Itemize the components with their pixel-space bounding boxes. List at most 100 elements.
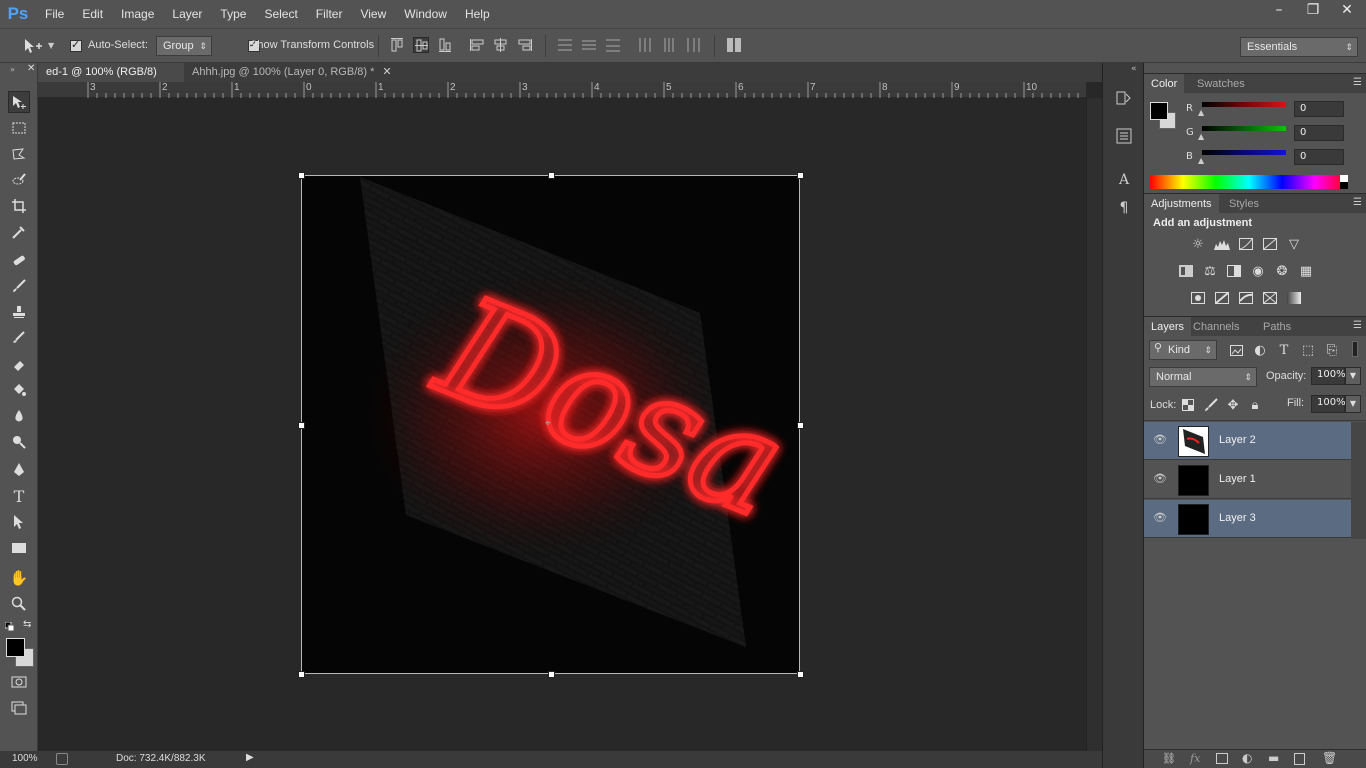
opacity-dropdown-arrow-icon[interactable]: ▼ — [1345, 367, 1361, 385]
tab-layers[interactable]: Layers — [1144, 317, 1192, 337]
levels-icon[interactable] — [1214, 237, 1230, 251]
layers-scrollbar[interactable] — [1351, 422, 1366, 539]
menu-edit[interactable]: Edit — [73, 0, 112, 28]
transform-handle[interactable] — [797, 172, 804, 179]
menu-filter[interactable]: Filter — [307, 0, 352, 28]
history-brush-tool-icon[interactable] — [8, 327, 30, 349]
dodge-tool-icon[interactable] — [8, 431, 30, 453]
healing-brush-tool-icon[interactable] — [8, 249, 30, 271]
transform-handle[interactable] — [797, 422, 804, 429]
transform-handle[interactable] — [548, 671, 555, 678]
filter-shape-layers-icon[interactable]: ⬚ — [1300, 343, 1316, 358]
transform-handle[interactable] — [298, 671, 305, 678]
exposure-icon[interactable] — [1262, 237, 1278, 251]
preset-dropdown-arrow-icon[interactable]: ▼ — [48, 41, 54, 50]
restore-button[interactable]: ❐ — [1304, 0, 1322, 22]
foreground-color-swatch[interactable] — [6, 638, 25, 657]
panel-menu-icon[interactable]: ☰ — [1353, 77, 1362, 88]
align-left-edges-icon[interactable] — [469, 37, 485, 53]
status-menu-arrow-icon[interactable]: ▶ — [246, 752, 254, 763]
delete-layer-icon[interactable]: 🗑︎ — [1322, 751, 1337, 765]
quick-selection-tool-icon[interactable] — [8, 169, 30, 191]
quick-mask-icon[interactable] — [8, 671, 30, 693]
clone-stamp-tool-icon[interactable] — [8, 301, 30, 323]
zoom-tool-icon[interactable] — [8, 593, 30, 615]
distribute-right-edges-icon[interactable] — [685, 37, 701, 53]
history-panel-icon[interactable] — [1113, 87, 1135, 109]
new-adjustment-layer-icon[interactable]: ◐ — [1242, 751, 1252, 765]
menu-file[interactable]: File — [36, 0, 73, 28]
filter-smart-objects-icon[interactable]: ⎘ — [1324, 343, 1340, 358]
close-tab-icon[interactable]: ✕ — [382, 66, 391, 78]
new-group-icon[interactable]: ▬ — [1268, 751, 1279, 765]
hue-saturation-icon[interactable] — [1178, 264, 1194, 278]
visibility-eye-icon[interactable]: 👁︎ — [1153, 433, 1167, 446]
status-info-icon[interactable] — [56, 753, 68, 765]
tab-swatches[interactable]: Swatches — [1190, 74, 1252, 94]
lock-transparent-pixels-icon[interactable] — [1180, 398, 1196, 412]
layer-row-layer-3[interactable]: 👁︎ Layer 3 — [1144, 500, 1351, 538]
gradient-map-icon[interactable] — [1286, 291, 1302, 305]
fill-input[interactable]: 100% — [1311, 395, 1346, 413]
panel-menu-icon[interactable]: ☰ — [1353, 197, 1362, 208]
link-layers-icon[interactable]: ⛓ — [1162, 752, 1176, 765]
layer-style-icon[interactable]: fx — [1190, 752, 1200, 765]
selective-color-icon[interactable] — [1262, 291, 1278, 305]
distribute-bottom-edges-icon[interactable] — [605, 37, 621, 53]
tab-paths[interactable]: Paths — [1256, 317, 1298, 337]
menu-view[interactable]: View — [351, 0, 395, 28]
blend-mode-dropdown[interactable]: Normal — [1149, 367, 1257, 387]
transform-handle[interactable] — [298, 172, 305, 179]
red-value-input[interactable]: 0 — [1294, 101, 1344, 117]
threshold-icon[interactable] — [1238, 291, 1254, 305]
close-toolbar-icon[interactable]: ✕ — [27, 63, 35, 74]
path-selection-tool-icon[interactable] — [8, 511, 30, 533]
spectrum-white-swatch[interactable] — [1340, 175, 1348, 182]
minimize-button[interactable]: – — [1270, 0, 1288, 22]
collapse-toolbar-icon[interactable]: » — [10, 65, 15, 74]
tab-color[interactable]: Color — [1144, 74, 1185, 94]
color-spectrum-bar[interactable] — [1150, 175, 1348, 189]
filter-adjustment-layers-icon[interactable]: ◐ — [1252, 343, 1268, 358]
screen-mode-icon[interactable] — [8, 697, 30, 719]
menu-layer[interactable]: Layer — [163, 0, 211, 28]
paint-bucket-tool-icon[interactable] — [8, 379, 30, 401]
transform-handle[interactable] — [298, 422, 305, 429]
distribute-top-edges-icon[interactable] — [557, 37, 573, 53]
hand-tool-icon[interactable]: ✋ — [8, 567, 30, 589]
add-mask-icon[interactable] — [1216, 753, 1228, 764]
new-layer-icon[interactable] — [1294, 753, 1305, 765]
type-tool-icon[interactable]: T — [8, 485, 30, 507]
artwork-canvas[interactable]: Dosa — [302, 175, 800, 674]
distribute-left-edges-icon[interactable] — [637, 37, 653, 53]
transform-handle[interactable] — [548, 172, 555, 179]
tab-document-2[interactable]: Ahhh.jpg @ 100% (Layer 0, RGB/8) * ✕ — [184, 63, 406, 82]
layer-row-layer-1[interactable]: 👁︎ Layer 1 — [1144, 461, 1351, 499]
layer-row-layer-2[interactable]: 👁︎ Layer 2 — [1144, 422, 1351, 460]
visibility-eye-icon[interactable]: 👁︎ — [1153, 511, 1167, 524]
brush-tool-icon[interactable] — [8, 275, 30, 297]
menu-help[interactable]: Help — [456, 0, 499, 28]
fill-dropdown-arrow-icon[interactable]: ▼ — [1345, 395, 1361, 413]
blue-value-input[interactable]: 0 — [1294, 149, 1344, 165]
posterize-icon[interactable] — [1214, 291, 1230, 305]
spectrum-black-swatch[interactable] — [1340, 182, 1348, 189]
distribute-horizontal-centers-icon[interactable] — [661, 37, 677, 53]
lock-image-pixels-icon[interactable] — [1203, 398, 1219, 412]
align-horizontal-centers-icon[interactable] — [493, 37, 509, 53]
green-value-input[interactable]: 0 — [1294, 125, 1344, 141]
curves-icon[interactable] — [1238, 237, 1254, 251]
vertical-scrollbar[interactable] — [1086, 98, 1102, 751]
filter-toggle-switch[interactable] — [1352, 341, 1358, 357]
red-slider[interactable] — [1202, 102, 1286, 107]
opacity-input[interactable]: 100% — [1311, 367, 1346, 385]
menu-image[interactable]: Image — [112, 0, 163, 28]
properties-panel-icon[interactable] — [1113, 125, 1135, 147]
character-panel-icon[interactable]: A — [1113, 169, 1135, 191]
expand-panels-icon[interactable]: « — [1131, 64, 1137, 74]
auto-select-checkbox[interactable] — [70, 38, 82, 52]
menu-type[interactable]: Type — [211, 0, 255, 28]
auto-select-dropdown[interactable]: Group — [156, 36, 212, 56]
transform-center-icon[interactable]: ⌖ — [545, 418, 551, 429]
filter-pixel-layers-icon[interactable] — [1228, 343, 1244, 357]
